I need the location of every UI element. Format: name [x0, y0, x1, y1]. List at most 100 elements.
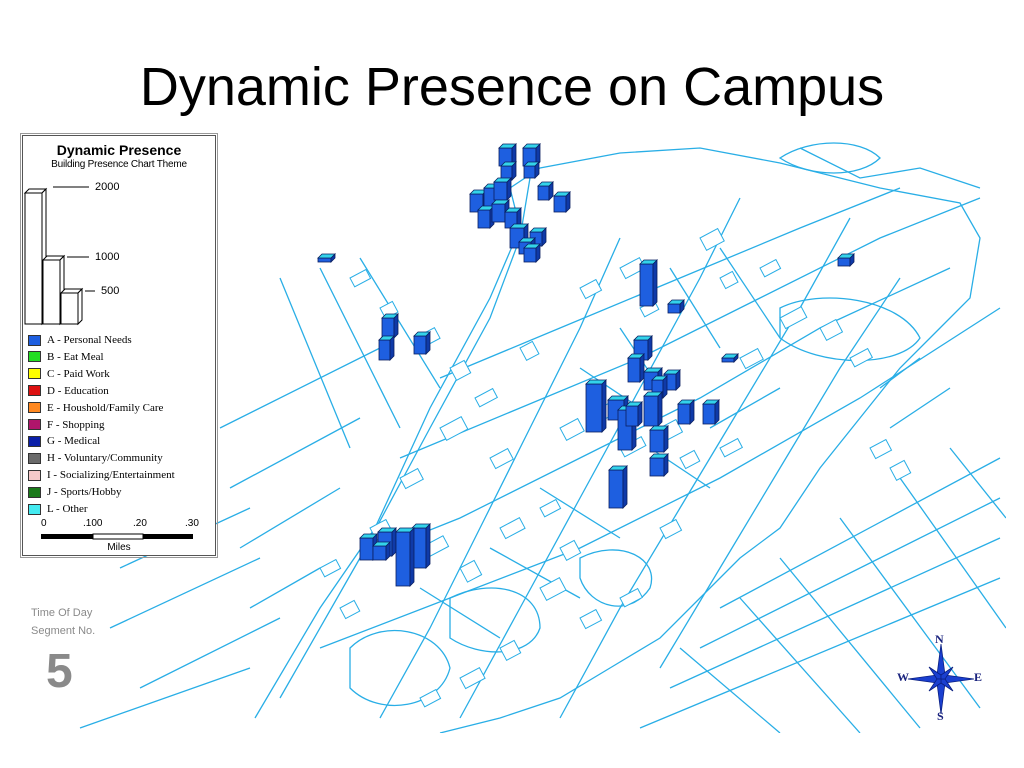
legend-category-label: J - Sports/Hobby [47, 486, 122, 499]
building-footprint [459, 666, 486, 690]
building-footprint [439, 416, 469, 442]
presence-bar [523, 243, 541, 263]
legend-category: J - Sports/Hobby [28, 485, 122, 499]
presence-bar-front [378, 339, 391, 361]
legend-category: F - Shopping [28, 418, 104, 432]
legend-category: L - Other [28, 502, 88, 516]
scale-segment-1 [41, 534, 93, 539]
presence-bar-front [837, 257, 851, 267]
segment-number: 5 [46, 645, 73, 698]
presence-bar-top [607, 395, 629, 401]
legend-swatch [28, 385, 41, 397]
building-footprint [539, 498, 562, 518]
building-footprint [339, 599, 361, 620]
presence-bar-side [639, 353, 645, 383]
building-footprint [499, 639, 522, 662]
presence-bar [649, 453, 669, 477]
building-footprint [559, 539, 582, 562]
legend-category-label: B - Eat Meal [47, 350, 104, 363]
building-footprint [739, 347, 764, 370]
legend-category-label: D - Education [47, 384, 109, 397]
presence-bar [317, 253, 336, 263]
scale-label-500: 500 [101, 285, 120, 297]
presence-bar [677, 399, 695, 425]
legend-swatch [28, 351, 41, 363]
presence-bar-front [372, 545, 387, 561]
legend-swatch [28, 503, 41, 515]
legend-category-label: E - Houshold/Family Care [47, 401, 164, 414]
building-footprint [579, 278, 603, 300]
presence-bar-side [652, 259, 658, 307]
building-footprint [699, 227, 725, 252]
scale-bar-1000 [42, 259, 61, 325]
legend-category: H - Voluntary/Community [28, 451, 163, 465]
miles-tick-2: .20 [133, 518, 147, 529]
building-footprint [889, 459, 912, 482]
presence-bar-front [523, 165, 536, 179]
presence-bar [372, 541, 391, 561]
legend-swatch [28, 402, 41, 414]
building-footprint [559, 417, 585, 442]
compass-south: S [937, 709, 944, 723]
presence-bar-front [649, 429, 665, 453]
legend-category-label: L - Other [47, 503, 88, 515]
scale-bar-2000 [24, 192, 43, 325]
compass-north: N [935, 632, 944, 646]
building-footprint [679, 449, 701, 470]
presence-bar-front [702, 403, 716, 425]
building-footprint [519, 340, 540, 362]
presence-bar [639, 259, 658, 307]
building-footprint [489, 447, 514, 470]
presence-bar-side [601, 379, 607, 433]
building-footprint [819, 318, 844, 342]
presence-bar [411, 523, 431, 569]
presence-bar-front [667, 303, 681, 314]
scale-label-2000: 2000 [95, 181, 120, 193]
main-road-1 [279, 177, 531, 699]
presence-bar [381, 313, 399, 339]
presence-bar-front [639, 263, 654, 307]
presence-bar [523, 161, 540, 179]
campus-boundary [254, 147, 981, 733]
slide-title: Dynamic Presence on Campus [139, 57, 885, 117]
presence-bar [643, 391, 663, 427]
scale-label-1000: 1000 [95, 251, 120, 263]
building-footprint [449, 359, 472, 382]
building-footprint [319, 558, 342, 578]
legend-category-label: A - Personal Needs [47, 334, 132, 346]
presence-bar-front [721, 357, 735, 363]
building-footprint [719, 437, 744, 458]
time-of-day-label: Time Of Day [31, 607, 93, 619]
presence-bar-front [625, 405, 639, 427]
cross-road-2 [559, 217, 851, 719]
building-footprint [399, 467, 424, 490]
presence-bar-side [657, 391, 663, 427]
legend-swatch [28, 435, 41, 447]
scale-bar-500-side [77, 287, 83, 326]
legend-category-label: G - Medical [47, 435, 101, 448]
segment-no-label: Segment No. [31, 625, 96, 637]
building-footprint [539, 576, 567, 602]
presence-bar [649, 425, 669, 453]
legend-category: G - Medical [28, 434, 100, 448]
presence-bar [493, 177, 512, 201]
presence-bar-front [477, 209, 491, 229]
scale-segment-2 [92, 533, 144, 540]
scale-segment-3 [143, 534, 193, 539]
compass-west: W [897, 670, 909, 684]
building-footprint [759, 258, 782, 278]
building-footprint [579, 608, 603, 630]
scale-unit-label: Miles [107, 542, 131, 553]
presence-bar-front [643, 395, 659, 427]
presence-bar-front [553, 195, 567, 213]
legend-category-label: H - Voluntary/Community [47, 452, 163, 465]
presence-bar-front [493, 181, 508, 201]
presence-bar-front [627, 357, 641, 383]
presence-bar-side [622, 465, 628, 509]
presence-bar-top [585, 379, 607, 385]
legend-category: A - Personal Needs [28, 333, 132, 347]
presence-bar-front [585, 383, 603, 433]
legend-category: D - Education [28, 384, 109, 398]
miles-tick-3: .30 [185, 518, 199, 529]
presence-bar [608, 465, 628, 509]
